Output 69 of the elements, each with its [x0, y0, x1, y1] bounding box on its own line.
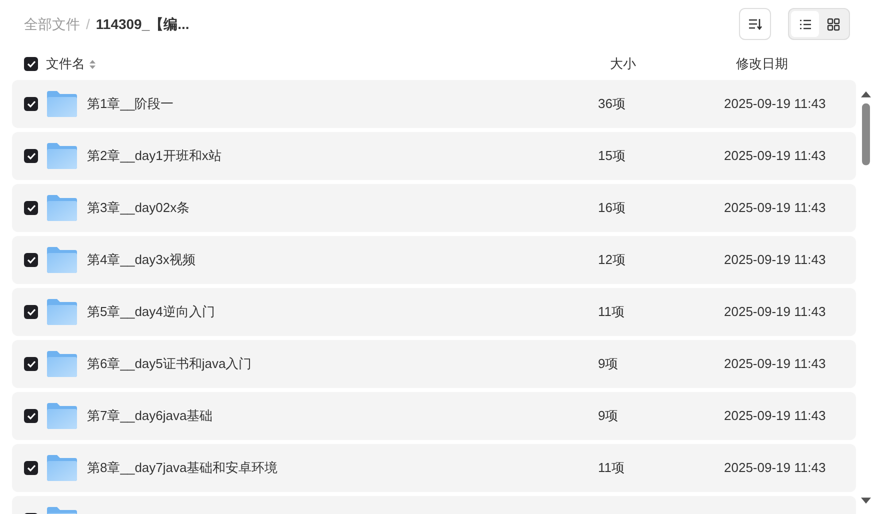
file-row[interactable]: 第4章__day3x视频 12项 2025-09-19 11:43 — [12, 236, 856, 284]
modified-date: 2025-09-19 11:43 — [724, 252, 826, 268]
folder-icon — [47, 195, 77, 221]
file-row[interactable]: 第1章__阶段一 36项 2025-09-19 11:43 — [12, 80, 856, 128]
checkbox[interactable] — [24, 149, 38, 163]
modified-date: 2025-09-19 11:43 — [724, 96, 826, 112]
checkbox[interactable] — [24, 461, 38, 475]
folder-icon — [47, 91, 77, 117]
checkbox[interactable] — [24, 97, 38, 111]
folder-name[interactable]: 第8章__day7java基础和安卓环境 — [87, 460, 278, 476]
folder-icon — [47, 299, 77, 325]
checkmark-icon — [26, 204, 36, 212]
checkmark-icon — [26, 152, 36, 160]
breadcrumb-separator: / — [86, 14, 90, 34]
name-column-header[interactable]: 文件名 — [46, 54, 85, 74]
modified-date: 2025-09-19 11:43 — [724, 408, 826, 424]
folder-icon — [47, 143, 77, 169]
sort-icon — [748, 18, 762, 30]
folder-icon — [47, 455, 77, 481]
folder-icon — [47, 403, 77, 429]
modified-date: 2025-09-19 11:43 — [724, 356, 826, 372]
item-count: 12项 — [598, 252, 626, 268]
modified-date: 2025-09-19 11:43 — [724, 148, 826, 164]
folder-name[interactable]: 第5章__day4逆向入门 — [87, 304, 215, 320]
file-row[interactable]: 第8章__day7java基础和安卓环境 11项 2025-09-19 11:43 — [12, 444, 856, 492]
file-row[interactable]: 第7章__day6java基础 9项 2025-09-19 11:43 — [12, 392, 856, 440]
modified-date: 2025-09-19 11:43 — [724, 200, 826, 216]
item-count: 9项 — [598, 408, 618, 424]
checkmark-icon — [26, 360, 36, 368]
checkbox[interactable] — [24, 409, 38, 423]
item-count: 16项 — [598, 200, 626, 216]
folder-name[interactable]: 第7章__day6java基础 — [87, 408, 213, 424]
sort-button[interactable] — [739, 8, 771, 40]
checkmark-icon — [26, 60, 36, 68]
item-count: 15项 — [598, 148, 626, 164]
file-row[interactable]: 第2章__day1开班和x站 15项 2025-09-19 11:43 — [12, 132, 856, 180]
folder-name[interactable]: 第3章__day02x条 — [87, 200, 190, 216]
date-column-header[interactable]: 修改日期 — [736, 56, 788, 72]
folder-name[interactable]: 第4章__day3x视频 — [87, 252, 196, 268]
folder-name[interactable]: 第1章__阶段一 — [87, 96, 174, 112]
file-row[interactable]: 第3章__day02x条 16项 2025-09-19 11:43 — [12, 184, 856, 232]
checkmark-icon — [26, 256, 36, 264]
checkmark-icon — [26, 100, 36, 108]
item-count: 9项 — [598, 356, 618, 372]
checkbox[interactable] — [24, 305, 38, 319]
grid-icon — [826, 18, 840, 30]
checkmark-icon — [26, 464, 36, 472]
folder-name[interactable]: 第6章__day5证书和java入门 — [87, 356, 252, 372]
checkbox[interactable] — [24, 57, 38, 71]
size-column-header[interactable]: 大小 — [610, 56, 636, 72]
file-row[interactable]: 第5章__day4逆向入门 11项 2025-09-19 11:43 — [12, 288, 856, 336]
checkbox[interactable] — [24, 357, 38, 371]
folder-icon — [47, 351, 77, 377]
breadcrumb-current: 114309_【编... — [96, 14, 190, 34]
checkbox[interactable] — [24, 253, 38, 267]
item-count: 11项 — [598, 460, 624, 476]
checkmark-icon — [26, 308, 36, 316]
list-view-button[interactable] — [791, 11, 819, 37]
list-icon — [798, 18, 812, 30]
checkbox[interactable] — [24, 201, 38, 215]
modified-date: 2025-09-19 11:43 — [724, 460, 826, 476]
folder-icon — [47, 247, 77, 273]
sort-arrows-icon[interactable] — [89, 58, 96, 70]
folder-name[interactable]: 第2章__day1开班和x站 — [87, 148, 222, 164]
item-count: 11项 — [598, 304, 624, 320]
file-row[interactable]: 第6章__day5证书和java入门 9项 2025-09-19 11:43 — [12, 340, 856, 388]
item-count: 36项 — [598, 96, 626, 112]
checkmark-icon — [26, 412, 36, 420]
modified-date: 2025-09-19 11:43 — [724, 304, 826, 320]
